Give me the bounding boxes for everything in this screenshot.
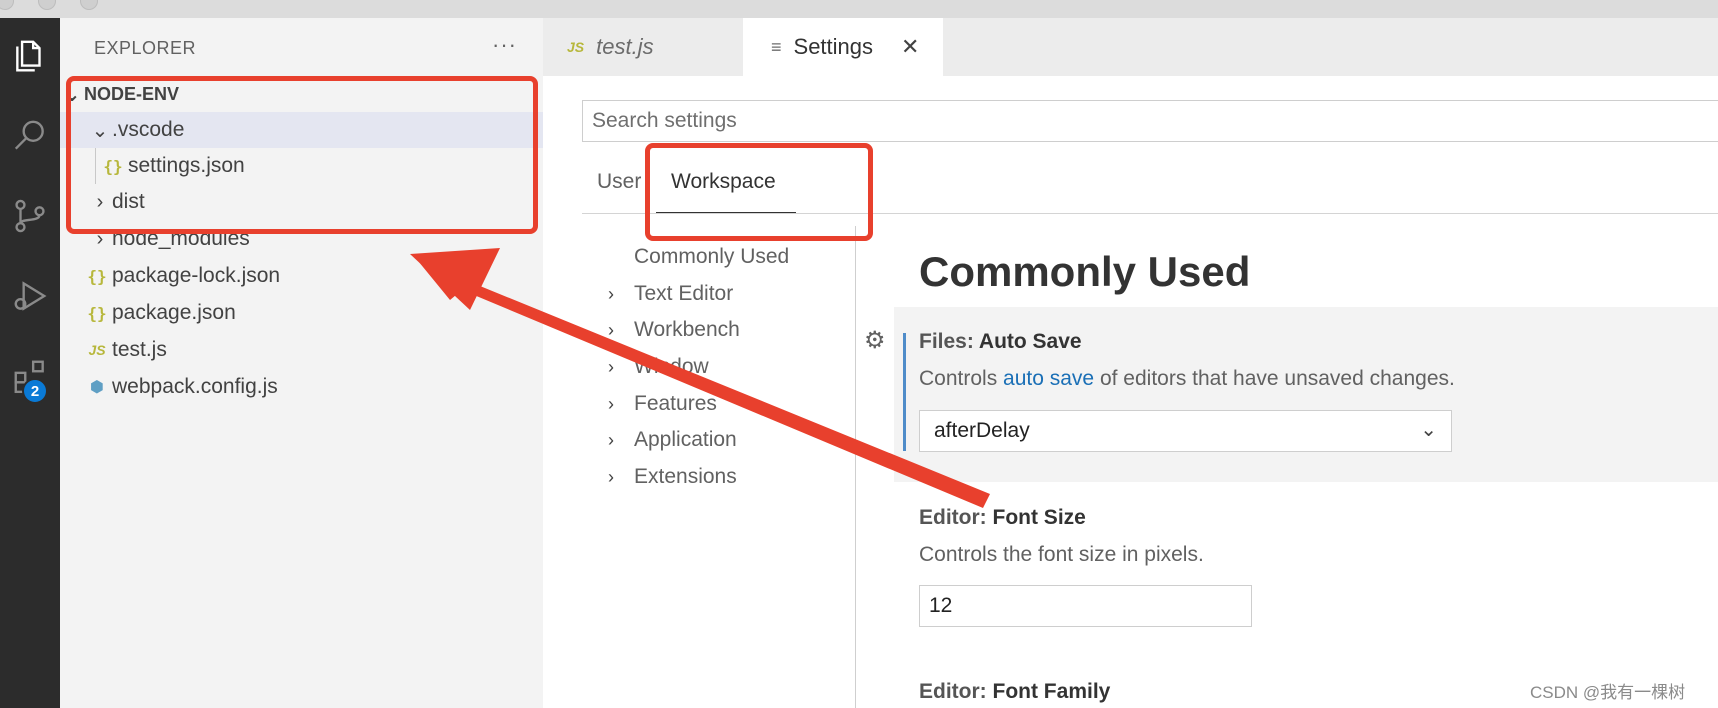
auto-save-select[interactable]: afterDelay ⌄ — [919, 410, 1452, 452]
toc-workbench[interactable]: › Workbench — [608, 318, 740, 342]
toc-label: Workbench — [634, 318, 740, 341]
chevron-right-icon: › — [608, 466, 614, 487]
toc-label: Window — [634, 355, 709, 378]
toc-application[interactable]: › Application — [608, 428, 737, 452]
chevron-down-icon: ⌄ — [1420, 419, 1437, 441]
tree-item-label: package.json — [112, 301, 236, 324]
settings-file-icon: ≡ — [771, 36, 782, 57]
tree-item-test-js[interactable]: JS test.js — [60, 332, 543, 368]
setting-font-size-description: Controls the font size in pixels. — [919, 543, 1204, 566]
toc-label: Application — [634, 428, 737, 451]
chevron-right-icon: › — [608, 393, 614, 414]
tab-label: test.js — [596, 34, 654, 59]
tree-item-package-json[interactable]: {} package.json — [60, 295, 543, 331]
toc-window[interactable]: › Window — [608, 355, 709, 379]
extensions-badge: 2 — [22, 378, 48, 404]
modified-indicator — [903, 333, 906, 451]
minimize-window-button[interactable] — [38, 0, 56, 10]
explorer-title: EXPLORER — [94, 38, 197, 58]
activity-bar: 2 — [0, 18, 60, 708]
editor-tab-bar: JS test.js ≡ Settings ✕ — [543, 18, 1718, 76]
toc-features[interactable]: › Features — [608, 392, 717, 416]
webpack-file-icon: ⬢ — [90, 379, 104, 396]
tree-item-label: test.js — [112, 338, 167, 361]
toc-commonly-used[interactable]: Commonly Used — [608, 245, 789, 269]
search-icon[interactable] — [0, 106, 60, 166]
chevron-right-icon: › — [608, 319, 614, 340]
toc-label: Features — [634, 392, 717, 415]
tree-item-webpack-config[interactable]: ⬢ webpack.config.js — [60, 369, 543, 405]
font-size-input[interactable]: 12 — [919, 585, 1252, 627]
setting-auto-save-title: Files: Auto Save — [919, 330, 1082, 353]
tree-item-package-lock-json[interactable]: {} package-lock.json — [60, 258, 543, 294]
source-control-icon[interactable] — [0, 186, 60, 246]
tab-label: Settings — [793, 34, 874, 59]
tree-item-label: webpack.config.js — [112, 375, 278, 398]
search-settings-input[interactable]: Search settings — [582, 100, 1718, 142]
toc-label: Extensions — [634, 465, 737, 488]
chevron-right-icon: › — [608, 429, 614, 450]
section-heading: Commonly Used — [919, 248, 1251, 295]
toc-label: Text Editor — [634, 282, 734, 305]
chevron-right-icon: › — [608, 356, 614, 377]
gear-icon[interactable]: ⚙ — [864, 326, 886, 355]
js-file-icon: JS — [567, 39, 585, 55]
setting-auto-save-description: Controls auto save of editors that have … — [919, 367, 1455, 390]
zoom-window-button[interactable] — [80, 0, 98, 10]
json-file-icon: {} — [87, 303, 107, 323]
more-actions-icon[interactable]: ··· — [492, 32, 517, 58]
js-file-icon: JS — [88, 342, 106, 358]
highlight-box-workspace — [645, 143, 873, 241]
select-value: afterDelay — [934, 419, 1030, 442]
setting-font-size-title: Editor: Font Size — [919, 506, 1086, 529]
setting-font-family-title: Editor: Font Family — [919, 680, 1111, 703]
close-window-button[interactable] — [0, 0, 14, 10]
highlight-box-vscode — [66, 76, 538, 234]
toc-extensions[interactable]: › Extensions — [608, 465, 737, 489]
toc-text-editor[interactable]: › Text Editor — [608, 282, 733, 306]
watermark-text: CSDN @我有一棵树 — [1530, 683, 1686, 702]
toc-label: Commonly Used — [634, 245, 790, 268]
tab-test-js[interactable]: JS test.js — [543, 18, 743, 76]
close-icon[interactable]: ✕ — [901, 34, 919, 60]
run-debug-icon[interactable] — [0, 266, 60, 326]
tab-user[interactable]: User — [597, 170, 641, 194]
chevron-right-icon: › — [608, 283, 614, 304]
json-file-icon: {} — [87, 266, 107, 286]
toc-divider — [855, 226, 856, 708]
tree-item-label: package-lock.json — [112, 264, 281, 287]
auto-save-link[interactable]: auto save — [1003, 367, 1094, 390]
files-icon[interactable] — [0, 26, 60, 86]
window-titlebar — [0, 0, 1718, 18]
tab-settings[interactable]: ≡ Settings ✕ — [743, 18, 943, 76]
